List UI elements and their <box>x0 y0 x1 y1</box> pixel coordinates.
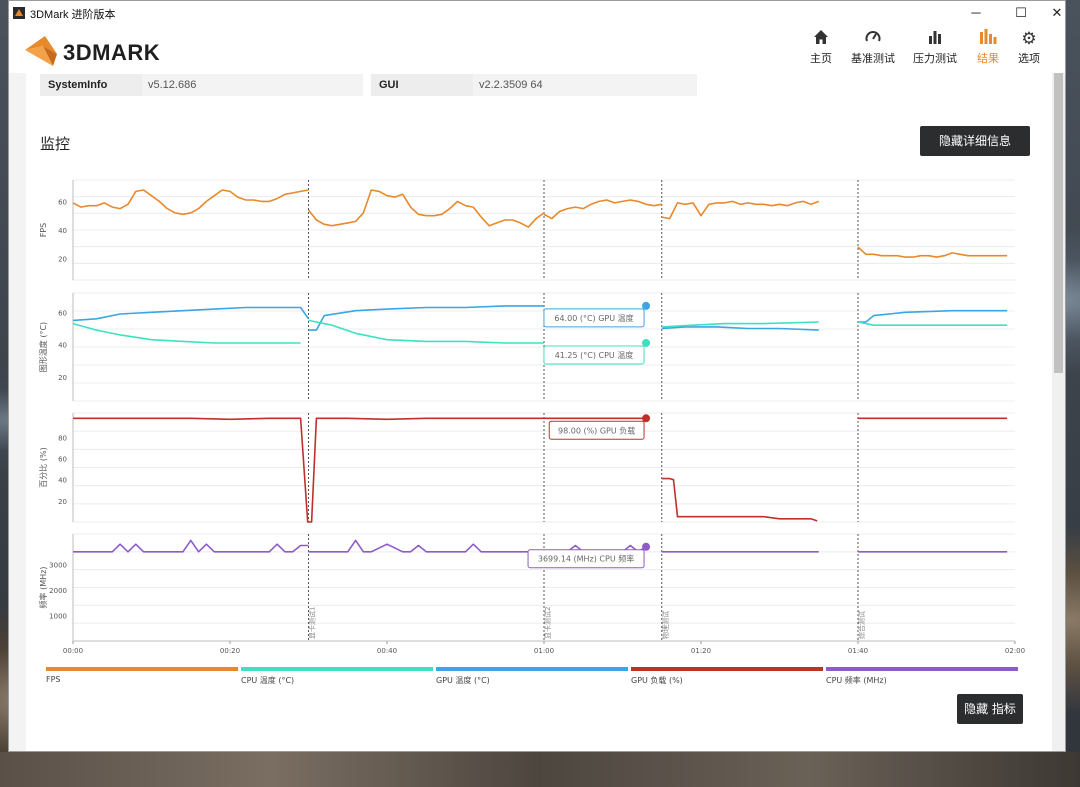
legend-label: CPU 温度 (°C) <box>241 676 295 685</box>
test-marker-label: 显卡测试1 <box>308 607 317 639</box>
legend-item-gpu_load[interactable]: GPU 负载 (%) <box>631 667 823 686</box>
gpu_temp-series-line <box>72 306 310 322</box>
cpu_temp-series-line <box>72 322 301 344</box>
y-tick-label: 60 <box>58 456 67 464</box>
nav-benchmark-label: 基准测试 <box>851 53 895 65</box>
app-icon <box>13 7 25 19</box>
y-tick-label: 20 <box>58 498 67 506</box>
speedometer-icon <box>847 29 899 49</box>
cpu_temp-tooltip-text: 41.25 (°C) CPU 温度 <box>555 350 634 360</box>
x-tick-label: 01:40 <box>848 647 868 655</box>
y-tick-label: 20 <box>58 374 67 382</box>
legend-color-bar <box>631 667 823 671</box>
nav-stress-test-label: 压力测试 <box>913 53 957 65</box>
test-marker-label: 综合测试 <box>857 611 866 639</box>
x-tick-label: 01:20 <box>691 647 711 655</box>
x-tick-label: 00:00 <box>63 647 83 655</box>
x-tick-label: 01:00 <box>534 647 554 655</box>
nav-benchmark[interactable]: 基准测试 <box>847 29 899 71</box>
y-tick-label: 40 <box>58 342 67 350</box>
test-marker-label: 物理测试 <box>661 611 670 639</box>
3dmark-logo[interactable]: 3DMARK <box>23 30 183 68</box>
logo-mark-icon <box>25 36 57 66</box>
cpu_freq-tooltip-text: 3699.14 (MHz) CPU 频率 <box>538 554 634 564</box>
scrollbar-thumb[interactable] <box>1054 73 1063 373</box>
y-axis-title: 百分比 (%) <box>38 447 48 487</box>
maximize-button[interactable]: ☐ <box>1004 1 1038 25</box>
y-tick-label: 20 <box>58 256 67 264</box>
hide-metrics-button[interactable]: 隐藏 指标 <box>957 694 1023 724</box>
app-window: 3DMark 进阶版本 ─ ☐ ✕ 3DMARK 主页 基准测试 压力测试 结果… <box>8 0 1066 752</box>
x-tick-label: 00:20 <box>220 647 240 655</box>
monitoring-chart: 20 40 60 FPS 20 40 60 图形温度 (°C) 64.00 (°C) GPU 温… <box>38 179 1025 655</box>
results-icon <box>971 29 1005 49</box>
nav-results[interactable]: 结果 <box>971 29 1005 71</box>
y-axis-title: 图形温度 (°C) <box>38 322 48 372</box>
y-tick-label: 80 <box>58 434 67 442</box>
y-tick-label: 1000 <box>49 613 67 621</box>
gear-icon: ⚙ <box>1021 29 1037 48</box>
gpu_temp-tooltip-text: 64.00 (°C) GPU 温度 <box>554 313 633 323</box>
y-tick-label: 40 <box>58 477 67 485</box>
y-tick-label: 3000 <box>49 562 67 570</box>
legend-item-cpu_freq[interactable]: CPU 频率 (MHz) <box>826 667 1018 686</box>
minimize-button[interactable]: ─ <box>959 1 993 25</box>
gpu_load-series-line <box>661 477 818 522</box>
nav-home[interactable]: 主页 <box>801 29 841 71</box>
legend-label: CPU 频率 (MHz) <box>826 676 887 685</box>
results-content: SystemInfo v5.12.686 GUI v2.2.3509 64 监控 隐… <box>26 73 1052 751</box>
cpu_temp-series-line <box>308 319 544 344</box>
y-tick-label: 2000 <box>49 587 67 595</box>
legend-item-cpu_temp[interactable]: CPU 温度 (°C) <box>241 667 433 686</box>
y-axis-title: 频率 (MHz) <box>38 567 48 609</box>
nav-results-label: 结果 <box>977 53 999 65</box>
legend-item-gpu_temp[interactable]: GPU 温度 (°C) <box>436 667 628 686</box>
close-button[interactable]: ✕ <box>1040 1 1074 25</box>
fps-series-line <box>72 189 309 216</box>
desktop-bottom-strip <box>0 752 1080 787</box>
logo-text: 3DMARK <box>63 40 161 65</box>
x-tick-label: 02:00 <box>1005 647 1025 655</box>
legend-label: GPU 负载 (%) <box>631 676 683 685</box>
legend-label: GPU 温度 (°C) <box>436 676 490 685</box>
fps-series-line <box>661 200 820 220</box>
y-tick-label: 40 <box>58 227 67 235</box>
scrollbar[interactable] <box>1052 73 1065 751</box>
app-header: 3DMARK 主页 基准测试 压力测试 结果 ⚙ 选项 <box>9 25 1065 73</box>
y-tick-label: 60 <box>58 309 67 317</box>
legend-color-bar <box>826 667 1018 671</box>
cpu_freq-series-line <box>73 539 309 553</box>
nav-stress-test[interactable]: 压力测试 <box>909 29 961 71</box>
fps-series-line <box>543 199 662 220</box>
title-bar: 3DMark 进阶版本 ─ ☐ ✕ <box>9 1 1065 25</box>
home-icon <box>801 29 841 49</box>
nav-options-label: 选项 <box>1018 53 1040 65</box>
gpu_temp-series-line <box>308 305 544 331</box>
gpu_temp-series-line <box>858 309 1008 323</box>
fps-series-line <box>307 189 545 228</box>
legend-label: FPS <box>46 675 61 684</box>
x-tick-label: 00:40 <box>377 647 397 655</box>
cpu_temp-series-line <box>661 321 819 328</box>
fps-series-line <box>857 246 1008 258</box>
legend-color-bar <box>241 667 433 671</box>
y-axis-title: FPS <box>39 223 48 238</box>
cpu_temp-series-line <box>857 321 1008 326</box>
test-marker-label: 显卡测试2 <box>543 607 552 639</box>
legend-color-bar <box>46 667 238 671</box>
y-tick-label: 60 <box>58 198 67 206</box>
bars-icon <box>909 29 961 49</box>
legend-item-fps[interactable]: FPS <box>46 667 238 684</box>
nav-options[interactable]: ⚙ 选项 <box>1012 29 1046 71</box>
gpu_load-tooltip-text: 98.00 (%) GPU 负载 <box>558 425 635 435</box>
legend-color-bar <box>436 667 628 671</box>
window-title: 3DMark 进阶版本 <box>30 9 116 21</box>
nav-home-label: 主页 <box>810 53 832 65</box>
